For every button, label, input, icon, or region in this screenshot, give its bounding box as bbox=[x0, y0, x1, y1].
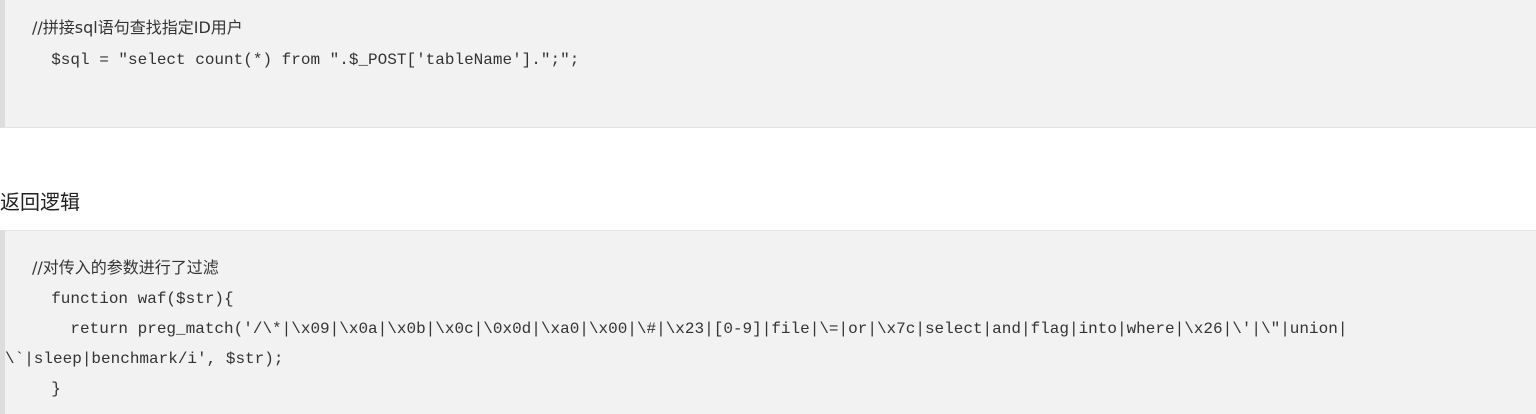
code-line: return preg_match('/\*|\x09|\x0a|\x0b|\x… bbox=[32, 320, 1348, 338]
code-line: \`|sleep|benchmark/i', $str); bbox=[5, 350, 284, 368]
section-heading: 返回逻辑 bbox=[0, 190, 80, 214]
code-comment: //拼接sql语句查找指定ID用户 bbox=[32, 18, 243, 37]
code-block-sql: //拼接sql语句查找指定ID用户 $sql = "select count(*… bbox=[0, 0, 1536, 128]
code-line: } bbox=[32, 380, 61, 398]
code-comment: //对传入的参数进行了过滤 bbox=[32, 258, 219, 277]
code-line: function waf($str){ bbox=[32, 290, 234, 308]
code-line: $sql = "select count(*) from ".$_POST['t… bbox=[32, 51, 580, 69]
code-block-waf: //对传入的参数进行了过滤 function waf($str){ return… bbox=[0, 230, 1536, 414]
